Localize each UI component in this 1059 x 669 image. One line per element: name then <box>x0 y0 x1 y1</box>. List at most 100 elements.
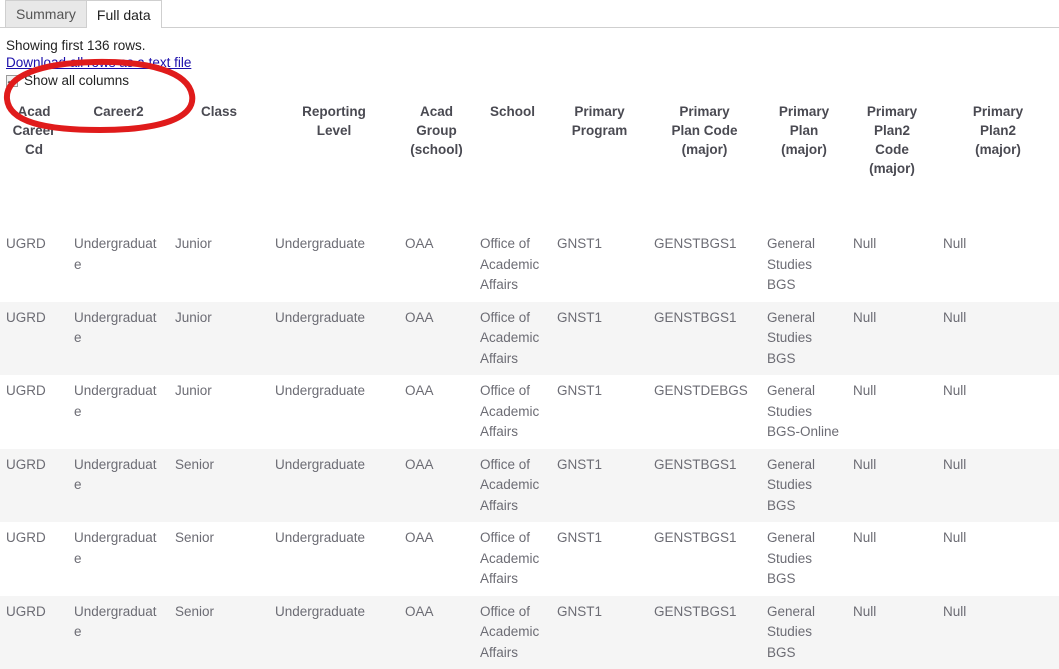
cell-acad-group-school: OAA <box>399 302 474 376</box>
cell-primary-plan2-major: Null <box>937 522 1059 596</box>
table-row: UGRDUndergraduateSeniorUndergraduateOAAO… <box>0 596 1059 669</box>
column-header-primary-plan-major[interactable]: Primary Plan (major) <box>761 100 847 228</box>
header-line: Acad <box>6 102 62 121</box>
column-header-primary-plan2-major[interactable]: Primary Plan2 (major) <box>937 100 1059 228</box>
header-line: (major) <box>767 140 841 159</box>
show-all-columns-row[interactable]: Show all columns <box>6 72 1059 89</box>
header-line: Class <box>175 102 263 121</box>
cell-reporting-level: Undergraduate <box>269 596 399 669</box>
cell-class: Junior <box>169 302 269 376</box>
cell-primary-plan2-code-major: Null <box>847 596 937 669</box>
cell-primary-plan2-code-major: Null <box>847 228 937 302</box>
cell-reporting-level: Undergraduate <box>269 302 399 376</box>
column-header-primary-plan2-code-major[interactable]: Primary Plan2 Code (major) <box>847 100 937 228</box>
column-header-career2[interactable]: Career2 <box>68 100 169 228</box>
header-line: Primary <box>943 102 1053 121</box>
tab-summary[interactable]: Summary <box>5 0 87 27</box>
header-line: Plan2 <box>943 121 1053 140</box>
tab-strip: Summary Full data <box>0 0 1059 28</box>
full-data-table-container: Acad Career Cd Career2 Class Reporting L… <box>0 100 1059 669</box>
column-header-school[interactable]: School <box>474 100 551 228</box>
header-line: Acad <box>405 102 468 121</box>
cell-class: Junior <box>169 228 269 302</box>
cell-school: Office of Academic Affairs <box>474 375 551 449</box>
header-line: Cd <box>6 140 62 159</box>
showing-rows-text: Showing first 136 rows. <box>6 37 1059 54</box>
tab-full-data-label: Full data <box>97 8 151 22</box>
meta-block: Showing first 136 rows. Download all row… <box>0 28 1059 89</box>
cell-reporting-level: Undergraduate <box>269 375 399 449</box>
cell-primary-plan2-major: Null <box>937 449 1059 523</box>
cell-acad-career-cd: UGRD <box>0 302 68 376</box>
full-data-table: Acad Career Cd Career2 Class Reporting L… <box>0 100 1059 669</box>
table-row: UGRDUndergraduateJuniorUndergraduateOAAO… <box>0 302 1059 376</box>
table-header: Acad Career Cd Career2 Class Reporting L… <box>0 100 1059 228</box>
tab-full-data[interactable]: Full data <box>86 0 162 28</box>
column-header-acad-career-cd[interactable]: Acad Career Cd <box>0 100 68 228</box>
table-body: UGRDUndergraduateJuniorUndergraduateOAAO… <box>0 228 1059 669</box>
header-line: Career2 <box>74 102 163 121</box>
cell-acad-group-school: OAA <box>399 522 474 596</box>
header-line: Level <box>275 121 393 140</box>
cell-career2: Undergraduate <box>68 375 169 449</box>
cell-primary-program: GNST1 <box>551 522 648 596</box>
cell-acad-group-school: OAA <box>399 228 474 302</box>
table-header-row: Acad Career Cd Career2 Class Reporting L… <box>0 100 1059 228</box>
header-line: Primary <box>853 102 931 121</box>
cell-reporting-level: Undergraduate <box>269 228 399 302</box>
cell-school: Office of Academic Affairs <box>474 228 551 302</box>
header-line: School <box>480 102 545 121</box>
header-line: Reporting <box>275 102 393 121</box>
tab-summary-label: Summary <box>16 7 76 21</box>
cell-acad-career-cd: UGRD <box>0 596 68 669</box>
cell-school: Office of Academic Affairs <box>474 302 551 376</box>
cell-primary-plan-code-major: GENSTBGS1 <box>648 522 761 596</box>
cell-primary-plan-code-major: GENSTBGS1 <box>648 228 761 302</box>
cell-primary-plan-code-major: GENSTDEBGS <box>648 375 761 449</box>
table-row: UGRDUndergraduateSeniorUndergraduateOAAO… <box>0 449 1059 523</box>
table-row: UGRDUndergraduateJuniorUndergraduateOAAO… <box>0 228 1059 302</box>
header-line: Career <box>6 121 62 140</box>
header-line: Primary <box>654 102 755 121</box>
cell-primary-plan-code-major: GENSTBGS1 <box>648 302 761 376</box>
cell-primary-plan-code-major: GENSTBGS1 <box>648 449 761 523</box>
cell-primary-program: GNST1 <box>551 449 648 523</box>
cell-primary-program: GNST1 <box>551 596 648 669</box>
cell-acad-group-school: OAA <box>399 375 474 449</box>
cell-primary-plan2-code-major: Null <box>847 302 937 376</box>
cell-primary-plan2-code-major: Null <box>847 522 937 596</box>
cell-primary-plan2-major: Null <box>937 302 1059 376</box>
cell-school: Office of Academic Affairs <box>474 596 551 669</box>
cell-primary-program: GNST1 <box>551 302 648 376</box>
header-line: Code <box>853 140 931 159</box>
cell-acad-career-cd: UGRD <box>0 228 68 302</box>
cell-class: Junior <box>169 375 269 449</box>
cell-class: Senior <box>169 449 269 523</box>
show-all-columns-label: Show all columns <box>24 72 129 89</box>
cell-acad-career-cd: UGRD <box>0 375 68 449</box>
cell-class: Senior <box>169 596 269 669</box>
cell-primary-plan-code-major: GENSTBGS1 <box>648 596 761 669</box>
cell-career2: Undergraduate <box>68 302 169 376</box>
column-header-acad-group-school[interactable]: Acad Group (school) <box>399 100 474 228</box>
cell-school: Office of Academic Affairs <box>474 449 551 523</box>
show-all-columns-checkbox[interactable] <box>6 75 18 87</box>
header-line: Plan2 <box>853 121 931 140</box>
column-header-primary-program[interactable]: Primary Program <box>551 100 648 228</box>
cell-primary-plan2-major: Null <box>937 596 1059 669</box>
cell-primary-plan-major: General Studies BGS <box>761 522 847 596</box>
download-all-rows-link[interactable]: Download all rows as a text file <box>6 54 191 71</box>
cell-primary-plan2-code-major: Null <box>847 375 937 449</box>
cell-primary-plan-major: General Studies BGS <box>761 228 847 302</box>
cell-reporting-level: Undergraduate <box>269 522 399 596</box>
header-line: Primary <box>557 102 642 121</box>
cell-class: Senior <box>169 522 269 596</box>
cell-primary-plan-major: General Studies BGS <box>761 596 847 669</box>
header-line: (major) <box>853 159 931 178</box>
cell-career2: Undergraduate <box>68 596 169 669</box>
column-header-reporting-level[interactable]: Reporting Level <box>269 100 399 228</box>
header-line: Plan <box>767 121 841 140</box>
header-line: (major) <box>943 140 1053 159</box>
column-header-primary-plan-code-major[interactable]: Primary Plan Code (major) <box>648 100 761 228</box>
column-header-class[interactable]: Class <box>169 100 269 228</box>
